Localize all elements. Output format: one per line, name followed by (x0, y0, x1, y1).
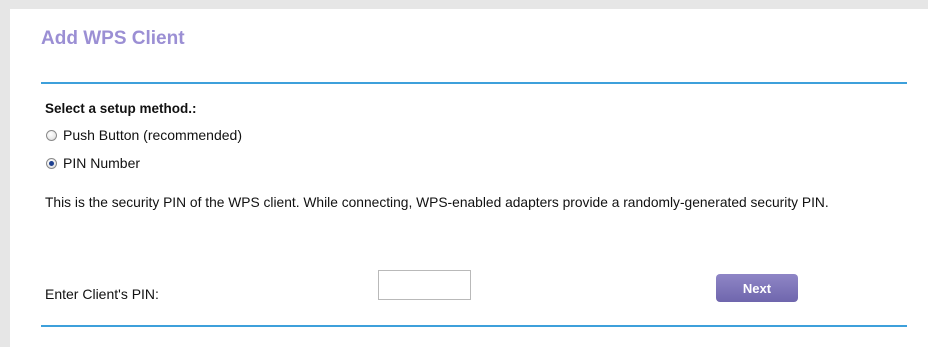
client-pin-label: Enter Client's PIN: (45, 286, 159, 302)
top-divider (41, 82, 907, 84)
pin-number-label: PIN Number (63, 155, 141, 171)
page-title: Add WPS Client (41, 28, 185, 49)
pin-description: This is the security PIN of the WPS clie… (45, 195, 829, 210)
push-button-radio[interactable] (46, 129, 57, 141)
setup-method-label: Select a setup method.: (45, 101, 197, 116)
wps-panel: Add WPS Client Select a setup method.: P… (10, 9, 928, 347)
client-pin-input[interactable] (378, 270, 471, 300)
bottom-divider (41, 325, 907, 327)
next-button[interactable]: Next (716, 274, 798, 302)
page: Add WPS Client Select a setup method.: P… (0, 0, 928, 347)
pin-number-radio[interactable] (46, 157, 57, 169)
push-button-label: Push Button (recommended) (63, 127, 242, 143)
pin-number-option[interactable]: PIN Number (46, 155, 140, 171)
push-button-option[interactable]: Push Button (recommended) (46, 127, 242, 143)
